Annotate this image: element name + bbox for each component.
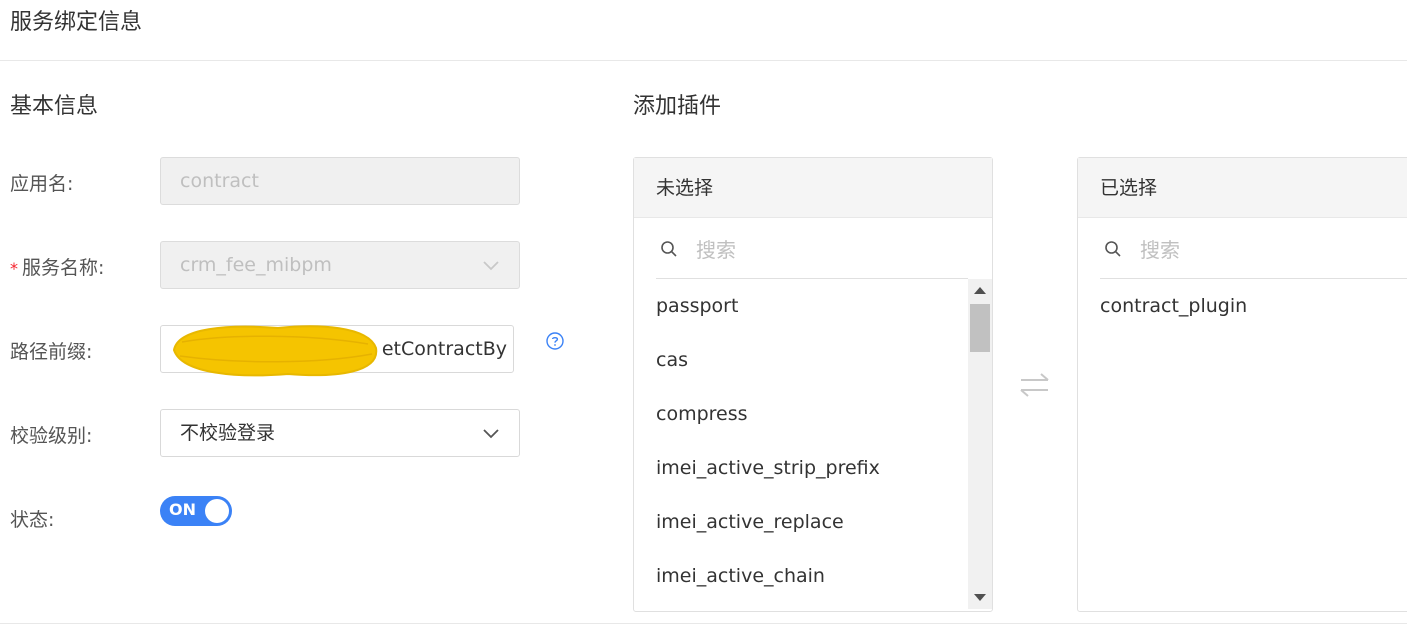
service-name-select[interactable]: crm_fee_mibpm — [160, 241, 520, 289]
plugin-list-item[interactable]: imei_active_chain — [656, 565, 825, 587]
basic-info-title: 基本信息 — [10, 94, 99, 119]
transfer-arrows-icon[interactable] — [1018, 370, 1052, 400]
add-plugin-title: 添加插件 — [633, 94, 722, 119]
status-label: 状态: — [10, 509, 55, 531]
question-circle-icon[interactable] — [546, 332, 564, 350]
scroll-thumb[interactable] — [970, 304, 990, 352]
app-name-label: 应用名: — [10, 173, 74, 195]
selected-plugin-item[interactable]: contract_plugin — [1100, 295, 1247, 317]
status-toggle[interactable]: ON — [160, 496, 232, 526]
search-icon — [1105, 241, 1121, 257]
scroll-down-arrow-icon[interactable] — [974, 594, 986, 601]
search-icon — [661, 241, 677, 257]
service-name-label: 服务名称: — [22, 257, 105, 279]
plugin-list-item[interactable]: imei_active_replace — [656, 511, 844, 533]
plugin-list-item[interactable]: imei_active_strip_prefix — [656, 457, 880, 479]
selected-panel: 已选择 contract_plugin — [1077, 157, 1407, 612]
title-divider — [0, 60, 1407, 61]
service-name-label-row: * 服务名称: — [10, 253, 104, 280]
chevron-down-icon — [483, 429, 499, 439]
plugin-list-item[interactable]: compress — [656, 403, 748, 425]
path-prefix-value: etContractBy — [381, 338, 507, 360]
check-level-value: 不校验登录 — [180, 422, 276, 444]
selected-header: 已选择 — [1078, 158, 1407, 218]
unselected-search-input[interactable] — [694, 230, 918, 270]
plugin-list-item[interactable]: passport — [656, 295, 738, 317]
check-level-label: 校验级别: — [10, 425, 93, 447]
status-toggle-text: ON — [169, 500, 196, 519]
list-scrollbar[interactable] — [968, 279, 992, 609]
selected-search-input[interactable] — [1138, 230, 1362, 270]
service-name-value: crm_fee_mibpm — [180, 254, 332, 276]
path-prefix-label: 路径前缀: — [10, 341, 93, 363]
unselected-header: 未选择 — [634, 158, 992, 218]
page-title: 服务绑定信息 — [10, 10, 143, 35]
toggle-knob — [205, 499, 229, 523]
redaction-scribble — [172, 325, 378, 377]
app-name-value: contract — [180, 170, 259, 192]
unselected-search — [656, 220, 968, 279]
selected-search — [1100, 220, 1407, 279]
scroll-up-arrow-icon[interactable] — [974, 287, 986, 294]
chevron-down-icon — [483, 261, 499, 271]
required-mark: * — [10, 259, 18, 278]
bottom-divider — [0, 623, 1407, 624]
check-level-select[interactable]: 不校验登录 — [160, 409, 520, 457]
app-name-input[interactable]: contract — [160, 157, 520, 205]
unselected-panel: 未选择 passport cas compress imei_active_st… — [633, 157, 993, 612]
plugin-list-item[interactable]: cas — [656, 349, 688, 371]
